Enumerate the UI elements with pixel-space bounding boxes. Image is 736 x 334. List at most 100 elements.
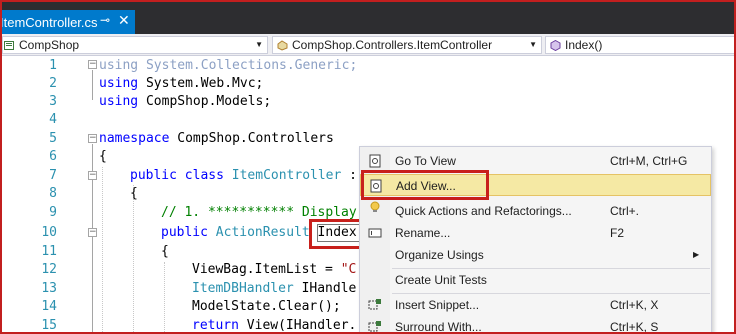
menu-item-shortcut: Ctrl+. bbox=[610, 204, 640, 218]
menu-item-label: Surround With... bbox=[395, 320, 482, 334]
lightbulb-icon bbox=[370, 201, 380, 212]
keyword: public bbox=[130, 168, 177, 183]
line-number: 12 bbox=[41, 262, 57, 277]
menu-item-shortcut: Ctrl+M, Ctrl+G bbox=[610, 154, 688, 168]
menu-item-surround-with[interactable]: Surround With... Ctrl+K, S bbox=[360, 316, 711, 334]
code-text: ViewBag.ItemList = bbox=[192, 262, 341, 277]
method-icon bbox=[550, 39, 561, 51]
menu-item-label: Create Unit Tests bbox=[395, 273, 487, 287]
chevron-down-icon: ▼ bbox=[255, 40, 263, 49]
menu-item-label: Go To View bbox=[395, 154, 456, 168]
code-line-1: using System.Collections.Generic; bbox=[99, 56, 357, 75]
insert-snippet-icon bbox=[368, 299, 381, 310]
line-number: 4 bbox=[49, 112, 57, 127]
menu-item-label: Organize Usings bbox=[395, 248, 484, 262]
code-line-2: using System.Web.Mvc; bbox=[99, 74, 263, 93]
line-number: 15 bbox=[41, 318, 57, 333]
line-number: 8 bbox=[49, 186, 57, 201]
line-number: 1 bbox=[49, 58, 57, 73]
type-name: ItemDBHandler bbox=[192, 281, 294, 296]
line-number: 9 bbox=[49, 205, 57, 220]
type-name: ItemController bbox=[231, 168, 342, 183]
line-number: 5 bbox=[49, 131, 57, 146]
tab-title: ItemController.cs bbox=[0, 14, 98, 30]
code-text: System.Web.Mvc; bbox=[138, 76, 264, 91]
collapse-class-toggle[interactable]: − bbox=[88, 171, 97, 180]
code-line-14: ModelState.Clear(); bbox=[192, 299, 341, 314]
go-to-view-icon bbox=[369, 154, 381, 168]
tab-itemcontroller[interactable]: ItemController.cs ⊸ ✕ bbox=[2, 10, 135, 34]
line-number-gutter: 1 2 3 4 5 6 7 8 9 10 11 12 13 14 15 bbox=[2, 57, 64, 333]
keyword: using bbox=[99, 58, 139, 73]
chevron-down-icon: ▼ bbox=[529, 40, 537, 49]
navigation-bar: CompShop ▼ CompShop.Controllers.ItemCont… bbox=[2, 34, 734, 56]
menu-item-quick-actions[interactable]: Quick Actions and Refactorings... Ctrl+. bbox=[360, 200, 711, 222]
code-line-7: public class ItemController : bbox=[130, 166, 357, 185]
class-dropdown[interactable]: CompShop.Controllers.ItemController ▼ bbox=[272, 36, 542, 54]
project-name: CompShop bbox=[19, 38, 80, 52]
project-dropdown[interactable]: CompShop ▼ bbox=[2, 36, 268, 54]
keyword: class bbox=[184, 168, 224, 183]
code-line-13: ItemDBHandler IHandle bbox=[192, 279, 356, 298]
member-dropdown[interactable]: Index() bbox=[545, 36, 734, 54]
type-name: ActionResult bbox=[215, 225, 310, 240]
menu-item-go-to-view[interactable]: Go To View Ctrl+M, Ctrl+G bbox=[360, 150, 711, 172]
rename-icon bbox=[368, 228, 382, 238]
csharp-project-icon bbox=[4, 40, 14, 50]
close-tab-icon[interactable]: ✕ bbox=[118, 12, 130, 29]
indent-guide bbox=[164, 262, 165, 332]
line-number: 11 bbox=[41, 244, 57, 259]
line-number: 13 bbox=[41, 281, 57, 296]
menu-item-insert-snippet[interactable]: Insert Snippet... Ctrl+K, X bbox=[360, 294, 711, 316]
code-line-8: { bbox=[130, 186, 138, 201]
keyword: using bbox=[99, 94, 139, 109]
class-icon bbox=[277, 39, 288, 51]
code-line-3: using CompShop.Models; bbox=[99, 92, 271, 111]
submenu-arrow-icon: ▶ bbox=[693, 250, 700, 259]
code-line-15: return View(IHandler. bbox=[192, 316, 357, 333]
collapse-using-toggle[interactable]: − bbox=[88, 60, 97, 69]
menu-item-label: Insert Snippet... bbox=[395, 298, 480, 312]
document-tab-strip: ItemController.cs ⊸ ✕ bbox=[2, 2, 734, 34]
menu-item-rename[interactable]: Rename... F2 bbox=[360, 222, 711, 244]
indent-guide bbox=[102, 167, 103, 332]
menu-item-organize-usings[interactable]: Organize Usings ▶ bbox=[360, 244, 711, 266]
code-text: : bbox=[341, 168, 357, 183]
ide-window: ItemController.cs ⊸ ✕ CompShop ▼ CompSho… bbox=[0, 0, 736, 334]
keyword: public bbox=[161, 225, 208, 240]
code-line-11: { bbox=[161, 244, 169, 259]
code-text: View(IHandler. bbox=[238, 318, 357, 333]
menu-item-create-unit-tests[interactable]: Create Unit Tests bbox=[360, 269, 711, 291]
collapse-namespace-toggle[interactable]: − bbox=[88, 134, 97, 143]
member-name: Index() bbox=[565, 38, 603, 52]
line-number: 7 bbox=[49, 168, 57, 183]
code-text: IHandle bbox=[293, 281, 357, 296]
code-text: System.Collections.Generic; bbox=[138, 58, 358, 73]
keyword: return bbox=[192, 318, 239, 333]
menu-item-shortcut: Ctrl+K, S bbox=[610, 320, 659, 334]
code-text: CompShop.Models; bbox=[138, 94, 272, 109]
code-line-6: { bbox=[99, 149, 107, 164]
annotation-add-view-box bbox=[361, 170, 489, 200]
line-number: 10 bbox=[41, 225, 57, 240]
line-number: 14 bbox=[41, 299, 57, 314]
code-text: CompShop.Controllers bbox=[169, 131, 334, 146]
line-number: 2 bbox=[49, 76, 57, 91]
menu-item-label: Rename... bbox=[395, 226, 451, 240]
menu-item-shortcut: Ctrl+K, X bbox=[610, 298, 659, 312]
keyword: using bbox=[99, 76, 139, 91]
collapse-method-toggle[interactable]: − bbox=[88, 228, 97, 237]
line-number: 6 bbox=[49, 149, 57, 164]
keyword: namespace bbox=[99, 131, 170, 146]
class-name: CompShop.Controllers.ItemController bbox=[292, 38, 493, 52]
indent-guide bbox=[133, 185, 134, 332]
surround-with-icon bbox=[368, 321, 381, 332]
fold-guide bbox=[92, 70, 93, 100]
string-literal: "C bbox=[340, 262, 357, 277]
code-line-12: ViewBag.ItemList = "C bbox=[192, 260, 356, 279]
line-number: 3 bbox=[49, 94, 57, 109]
code-line-5: namespace CompShop.Controllers bbox=[99, 129, 334, 148]
pin-icon[interactable]: ⊸ bbox=[100, 13, 110, 27]
menu-item-label: Quick Actions and Refactorings... bbox=[395, 204, 572, 218]
menu-item-shortcut: F2 bbox=[610, 226, 625, 240]
